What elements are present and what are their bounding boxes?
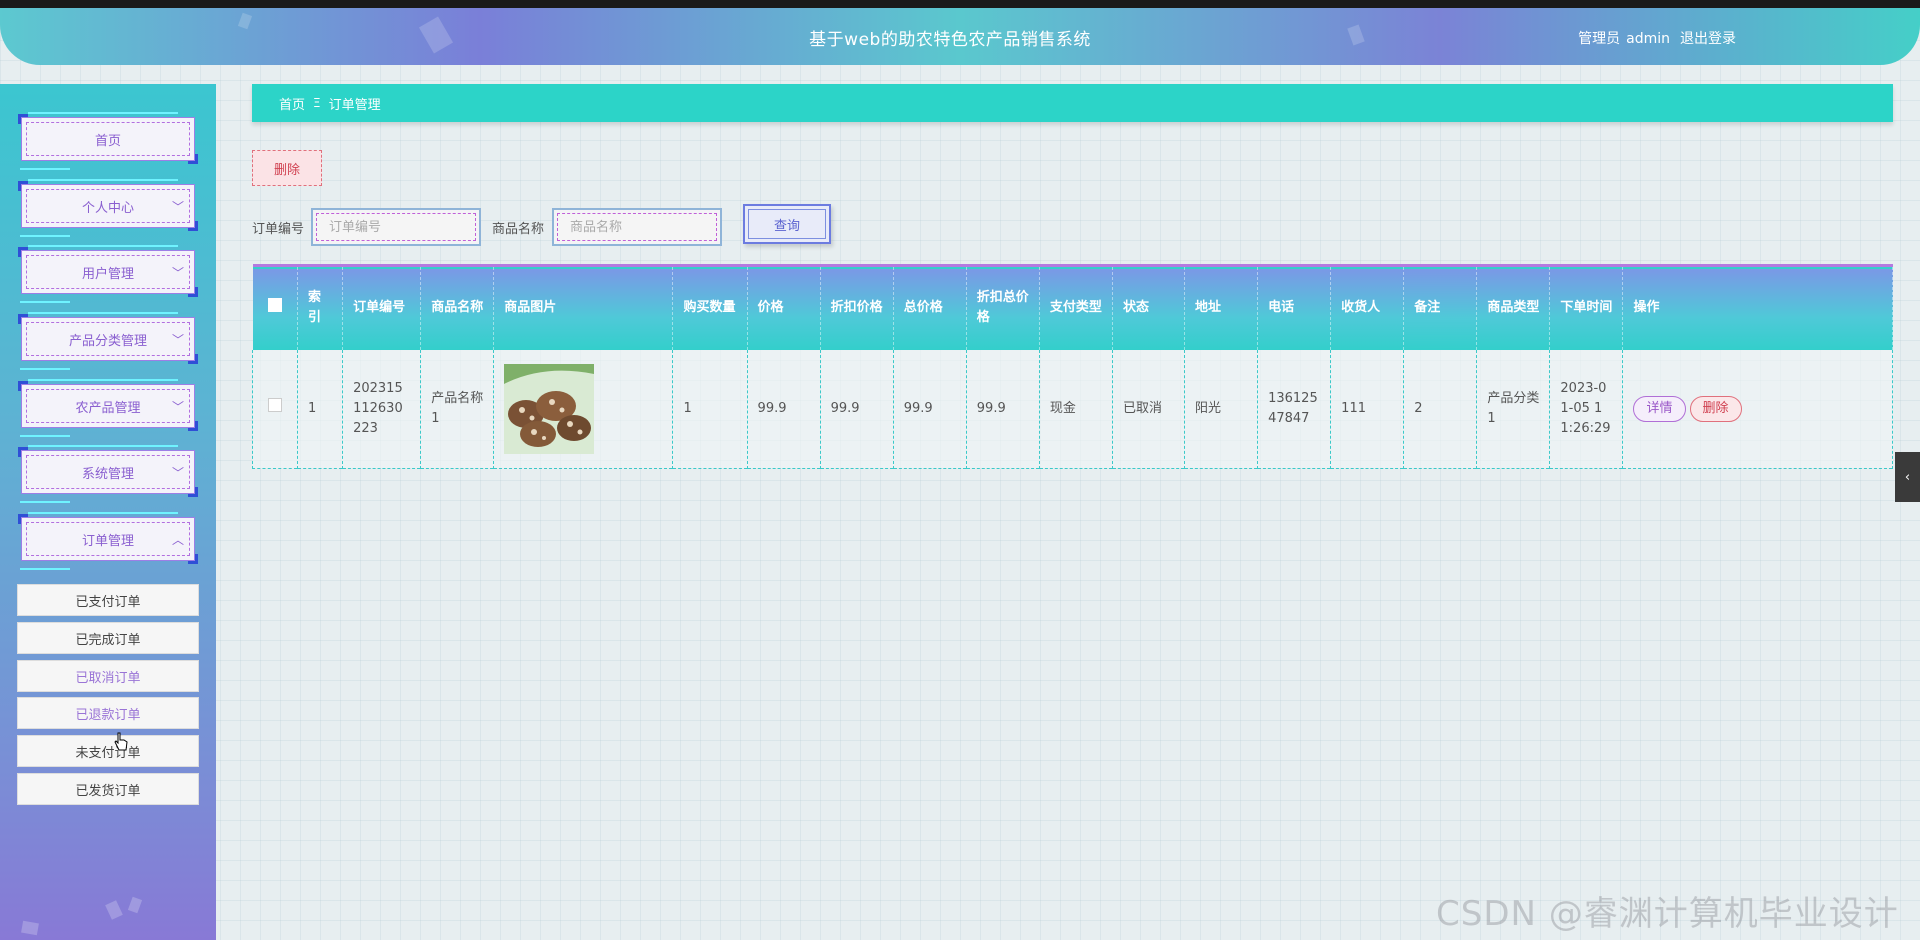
sidebar-item-categories[interactable]: 产品分类管理 ﹀ <box>18 312 198 370</box>
breadcrumb-separator-icon: Ξ <box>313 96 321 110</box>
submenu-refunded-orders[interactable]: 已退款订单 <box>17 697 199 729</box>
watermark: CSDN @睿渊计算机毕业设计 <box>1436 894 1899 934</box>
sidebar-item-label: 产品分类管理 <box>26 322 190 356</box>
logout-link[interactable]: 退出登录 <box>1680 31 1736 47</box>
breadcrumb: 首页 Ξ 订单管理 <box>252 84 1893 122</box>
sidebar-deco <box>127 896 143 914</box>
sidebar: 首页 个人中心 ﹀ 用户管理 ﹀ 产品分类管理 ﹀ 农产品管理 ﹀ 系统管理 ﹀ 订单管理… <box>0 84 216 940</box>
sidebar-item-label: 系统管理 <box>26 455 190 489</box>
chevron-down-icon: ﹀ <box>171 333 184 347</box>
col-header: 折扣总价格 <box>966 265 1040 350</box>
chevron-left-icon[interactable]: ‹ <box>1895 452 1920 502</box>
window-top-strip <box>0 0 1920 8</box>
col-header: 商品图片 <box>493 265 674 350</box>
submenu-paid-orders[interactable]: 已支付订单 <box>17 584 199 616</box>
bulk-delete-button[interactable]: 删除 <box>252 150 322 186</box>
product-name-input[interactable]: 商品名称 <box>552 208 722 246</box>
col-header: 索引 <box>297 265 344 350</box>
cell-status: 已取消 <box>1112 349 1186 468</box>
sidebar-item-products[interactable]: 农产品管理 ﹀ <box>18 379 198 437</box>
sidebar-item-home[interactable]: 首页 <box>18 112 198 170</box>
chevron-up-icon: ︿ <box>171 533 184 547</box>
hand-cursor-icon <box>114 732 128 751</box>
cell-actions: 详情 删除 <box>1622 349 1893 468</box>
user-area: 管理员 admin 退出登录 <box>1572 28 1736 48</box>
col-header: 价格 <box>747 265 821 350</box>
chevron-down-icon: ﹀ <box>171 266 184 280</box>
cell-discount-price: 99.9 <box>820 349 894 468</box>
col-header: 地址 <box>1184 265 1259 350</box>
sidebar-item-profile[interactable]: 个人中心 ﹀ <box>18 179 198 237</box>
sidebar-item-orders[interactable]: 订单管理 ︿ <box>18 512 198 570</box>
cell-discount-total: 99.9 <box>966 349 1040 468</box>
product-name-label: 商品名称 <box>492 222 545 237</box>
sidebar-item-system[interactable]: 系统管理 ﹀ <box>18 445 198 503</box>
col-header: 下单时间 <box>1549 265 1624 350</box>
order-no-input[interactable]: 订单编号 <box>311 208 481 246</box>
sidebar-item-users[interactable]: 用户管理 ﹀ <box>18 245 198 303</box>
cell-phone: 13612547847 <box>1257 349 1332 468</box>
col-header: 电话 <box>1257 265 1332 350</box>
select-all-checkbox[interactable] <box>252 265 299 350</box>
breadcrumb-current: 订单管理 <box>328 97 381 113</box>
sidebar-item-label: 用户管理 <box>26 255 190 289</box>
cell-order-no: 202315112630223 <box>342 349 422 468</box>
header-bar: 基于web的助农特色农产品销售系统 管理员 admin 退出登录 <box>0 8 1920 65</box>
submenu-shipped-orders[interactable]: 已发货订单 <box>17 773 199 805</box>
cell-quantity: 1 <box>672 349 748 468</box>
table-row: 1 202315112630223 产品名称1 1 99.9 99.9 99.9… <box>252 349 1893 468</box>
submenu-unpaid-orders[interactable]: 未支付订单 <box>17 735 199 767</box>
col-header: 折扣价格 <box>820 265 894 350</box>
sidebar-item-label: 农产品管理 <box>26 389 190 423</box>
chevron-down-icon: ﹀ <box>171 466 184 480</box>
col-header: 总价格 <box>893 265 967 350</box>
cell-product-type: 产品分类1 <box>1476 349 1551 468</box>
order-no-label: 订单编号 <box>252 222 305 237</box>
col-header: 状态 <box>1112 265 1186 350</box>
cell-product-name: 产品名称1 <box>420 349 495 468</box>
col-header: 收货人 <box>1330 265 1405 350</box>
cell-remark: 2 <box>1403 349 1478 468</box>
cell-address: 阳光 <box>1184 349 1259 468</box>
col-header: 操作 <box>1622 265 1893 350</box>
detail-button[interactable]: 详情 <box>1633 395 1686 422</box>
chevron-down-icon: ﹀ <box>171 400 184 414</box>
col-header: 备注 <box>1403 265 1478 350</box>
col-header: 商品类型 <box>1476 265 1551 350</box>
username: admin <box>1626 31 1670 47</box>
product-name-placeholder: 商品名称 <box>557 213 717 241</box>
sidebar-item-label: 个人中心 <box>26 189 190 223</box>
col-header: 订单编号 <box>342 265 422 350</box>
cell-price: 99.9 <box>747 349 821 468</box>
query-button[interactable]: 查询 <box>743 204 831 244</box>
breadcrumb-home[interactable]: 首页 <box>279 94 305 113</box>
submenu-completed-orders[interactable]: 已完成订单 <box>17 622 199 654</box>
col-header: 商品名称 <box>420 265 495 350</box>
user-role: 管理员 <box>1578 31 1621 47</box>
query-button-label: 查询 <box>748 209 826 239</box>
chevron-down-icon: ﹀ <box>171 200 184 214</box>
row-checkbox[interactable] <box>252 349 299 468</box>
cell-receiver: 111 <box>1330 349 1405 468</box>
cell-product-image <box>493 349 674 468</box>
cell-total-price: 99.9 <box>893 349 967 468</box>
table-header-row: 索引 订单编号 商品名称 商品图片 购买数量 价格 折扣价格 总价格 折扣总价格… <box>252 265 1893 350</box>
sidebar-deco <box>21 920 39 936</box>
sidebar-item-label: 首页 <box>26 122 190 156</box>
row-delete-button[interactable]: 删除 <box>1689 395 1742 422</box>
mushroom-product-image <box>504 363 595 454</box>
cell-index: 1 <box>297 349 344 468</box>
sidebar-deco <box>105 900 123 920</box>
col-header: 支付类型 <box>1039 265 1113 350</box>
submenu-cancelled-orders[interactable]: 已取消订单 <box>17 660 199 692</box>
order-no-placeholder: 订单编号 <box>316 213 476 241</box>
orders-table: 索引 订单编号 商品名称 商品图片 购买数量 价格 折扣价格 总价格 折扣总价格… <box>252 264 1893 469</box>
cell-pay-type: 现金 <box>1039 349 1113 468</box>
col-header: 购买数量 <box>672 265 748 350</box>
sidebar-item-label: 订单管理 <box>26 522 190 556</box>
cell-order-time: 2023-01-05 11:26:29 <box>1549 349 1624 468</box>
